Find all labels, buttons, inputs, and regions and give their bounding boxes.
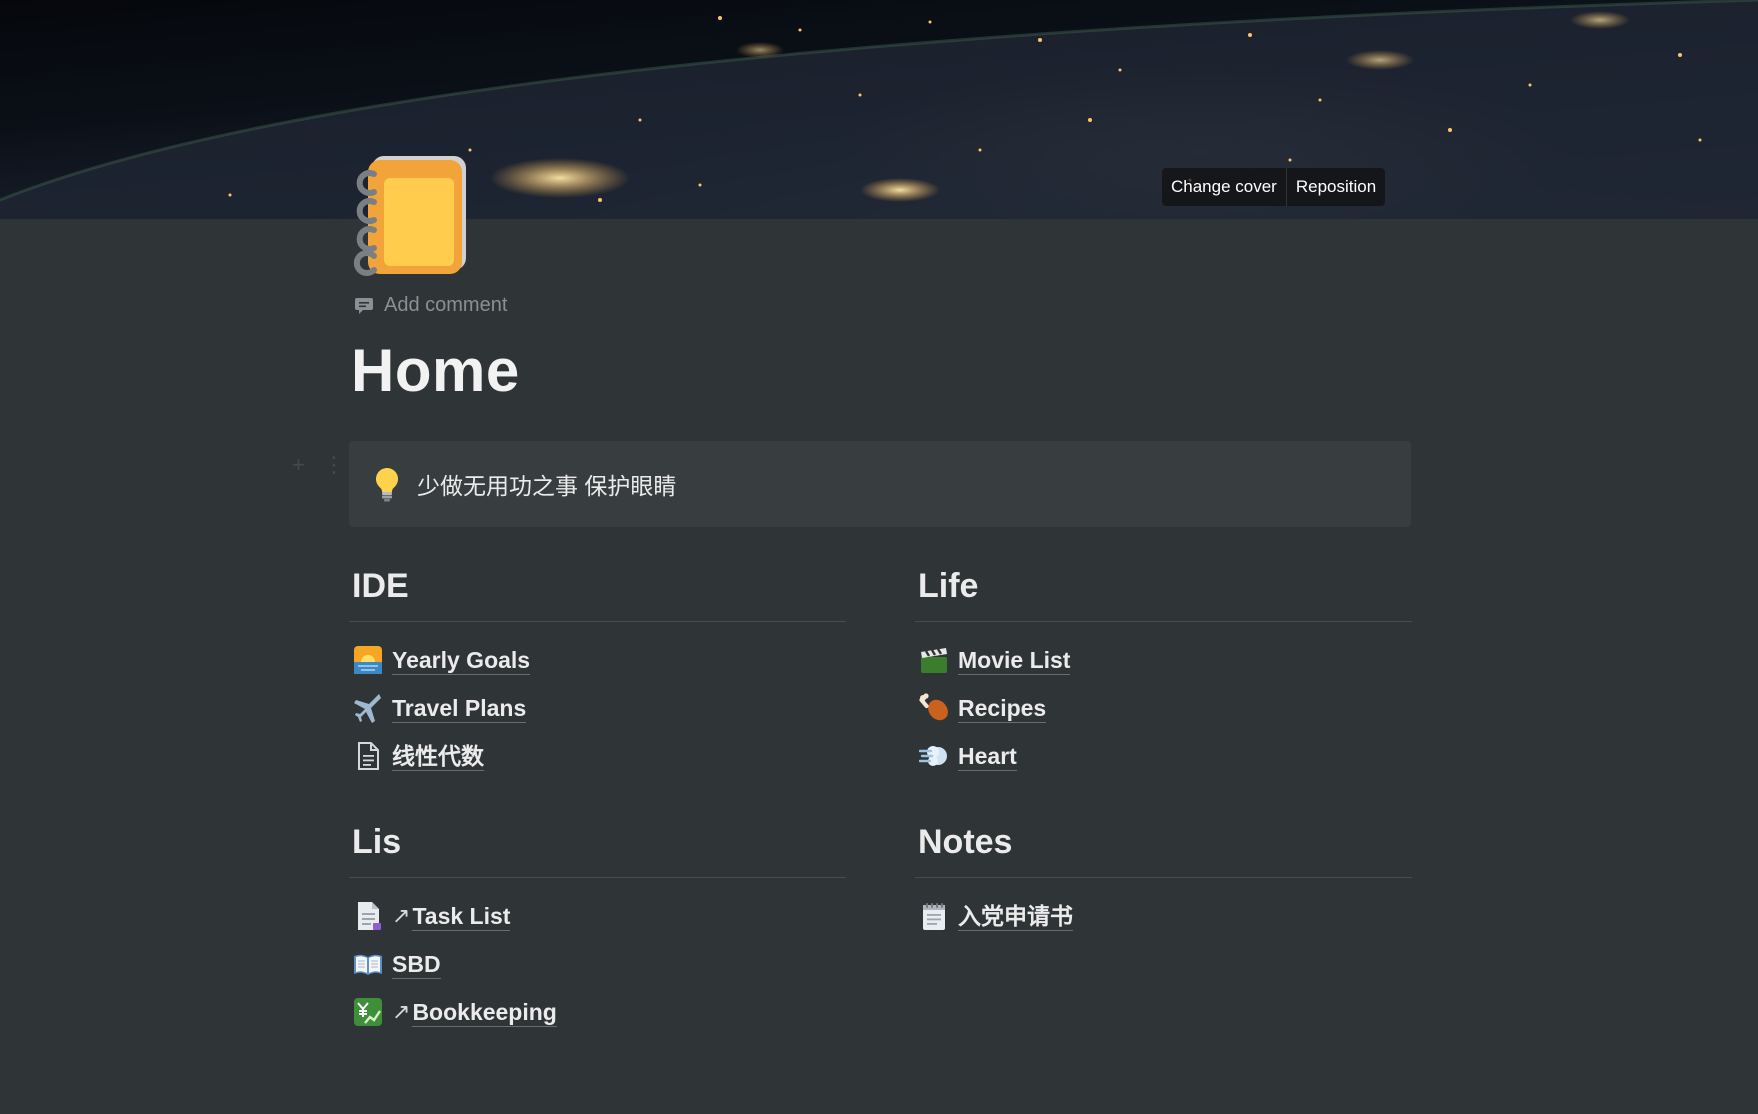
airplane-icon	[353, 693, 383, 723]
page-link-label: Yearly Goals	[392, 646, 531, 675]
page-link-movie-list[interactable]: Movie List	[915, 636, 1412, 684]
page-link-recipes[interactable]: Recipes	[915, 684, 1412, 732]
divider	[349, 877, 846, 878]
link-arrow-icon: ↗	[392, 999, 411, 1025]
comment-icon	[354, 296, 374, 316]
notepad-icon	[919, 901, 949, 931]
section-notes: Notes 入党申请书	[915, 819, 1412, 940]
page-link-label: Movie List	[958, 646, 1071, 675]
reposition-button[interactable]: Reposition	[1285, 168, 1385, 206]
divider	[915, 621, 1412, 622]
section-ide: IDE Yearly Goals Travel Plans 线性代数	[349, 563, 846, 780]
divider	[915, 877, 1412, 878]
add-comment-button[interactable]: Add comment	[354, 294, 507, 317]
notebook-icon[interactable]	[350, 152, 474, 276]
page-title[interactable]: Home	[351, 336, 520, 405]
yen-chart-icon	[353, 997, 383, 1027]
section-lis: Lis ↗ Task List SBD ↗ Bookkeeping	[349, 819, 846, 1036]
cover-actions: Change cover Reposition	[1162, 168, 1386, 206]
sunrise-icon	[353, 645, 383, 675]
section-life: Life Movie List Recipes Heart	[915, 563, 1412, 780]
drumstick-icon	[919, 693, 949, 723]
open-book-icon	[353, 949, 383, 979]
page-link-label: Heart	[958, 742, 1017, 771]
callout-block[interactable]: 少做无用功之事 保护眼睛	[349, 441, 1411, 527]
page-link-bookkeeping[interactable]: ↗ Bookkeeping	[349, 988, 846, 1036]
page-link-label: Task List	[412, 902, 511, 931]
section-heading[interactable]: Lis	[349, 819, 846, 865]
section-heading[interactable]: Life	[915, 563, 1412, 609]
page-link-label: SBD	[392, 950, 441, 979]
page-link-yearly-goals[interactable]: Yearly Goals	[349, 636, 846, 684]
page-cover-image: Change cover Reposition	[0, 0, 1758, 219]
page-link-label: 入党申请书	[958, 902, 1073, 931]
dash-icon	[919, 741, 949, 771]
page-link-label: Travel Plans	[392, 694, 527, 723]
add-comment-label: Add comment	[384, 294, 508, 316]
page-link-heart[interactable]: Heart	[915, 732, 1412, 780]
page-link-label: 线性代数	[392, 742, 484, 771]
link-arrow-icon: ↗	[392, 903, 411, 929]
clapper-board-icon	[919, 645, 949, 675]
section-heading[interactable]: Notes	[915, 819, 1412, 865]
page-link-task-list[interactable]: ↗ Task List	[349, 892, 846, 940]
page-facing-up-icon	[353, 901, 383, 931]
page-link-travel-plans[interactable]: Travel Plans	[349, 684, 846, 732]
page-link-label: Bookkeeping	[412, 998, 557, 1027]
earth-at-night-picture	[0, 0, 1758, 219]
callout-text[interactable]: 少做无用功之事 保护眼睛	[417, 467, 676, 501]
light-bulb-icon	[373, 466, 401, 502]
page-link-linear-algebra[interactable]: 线性代数	[349, 732, 846, 780]
divider	[349, 621, 846, 622]
change-cover-button[interactable]: Change cover	[1162, 168, 1286, 206]
page-link-label: Recipes	[958, 694, 1047, 723]
page-link-sbd[interactable]: SBD	[349, 940, 846, 988]
section-heading[interactable]: IDE	[349, 563, 846, 609]
page-link-party-application[interactable]: 入党申请书	[915, 892, 1412, 940]
page-icon	[353, 741, 383, 771]
